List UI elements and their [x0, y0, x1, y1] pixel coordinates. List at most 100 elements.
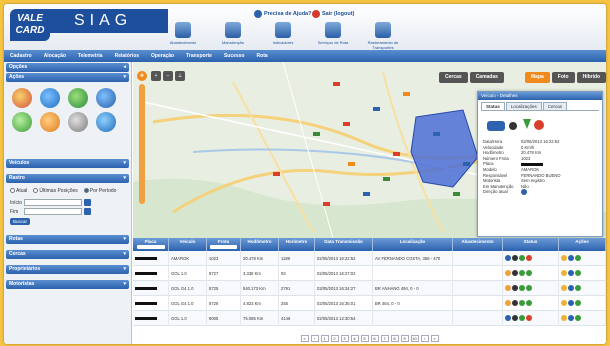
- table-row[interactable]: AMAROK 1023 20.478 Km 1189 02/05/2013 16…: [133, 250, 606, 266]
- toolbar-abastecimento[interactable]: Abastecimento: [164, 22, 202, 50]
- col-status[interactable]: Status: [503, 238, 559, 251]
- page-link[interactable]: 6: [370, 335, 379, 342]
- logout-link[interactable]: Sair (logout): [312, 10, 354, 18]
- network-icon[interactable]: [96, 112, 116, 132]
- locate-icon[interactable]: [568, 315, 574, 322]
- car-icon[interactable]: [12, 88, 32, 108]
- menu-sucesso[interactable]: Sucesso: [224, 50, 245, 62]
- map-tab-camadas[interactable]: Camadas: [469, 72, 504, 83]
- inicio-date-field[interactable]: [24, 199, 82, 206]
- page-link[interactable]: 10: [410, 335, 419, 342]
- sidebar-motoristas-header[interactable]: Motoristas ▾: [6, 280, 129, 289]
- map-tab-hibrido[interactable]: Híbrido: [576, 72, 606, 83]
- col-localizacao[interactable]: Localização: [373, 238, 453, 251]
- search-icon[interactable]: [575, 285, 581, 292]
- locate-icon[interactable]: [568, 255, 574, 262]
- ruler-icon[interactable]: ⟂: [175, 71, 185, 81]
- search-button[interactable]: Buscar: [10, 218, 30, 225]
- menu-rota[interactable]: Rota: [257, 50, 268, 62]
- phone-icon[interactable]: [12, 112, 32, 132]
- pager-first[interactable]: «: [300, 335, 309, 342]
- sidebar-veiculos-header[interactable]: Veículos ▾: [6, 159, 129, 168]
- page-link[interactable]: 4: [350, 335, 359, 342]
- calendar-icon[interactable]: [84, 208, 91, 215]
- pager-last[interactable]: »: [430, 335, 439, 342]
- calendar-icon[interactable]: [84, 199, 91, 206]
- globe-green-icon[interactable]: [68, 88, 88, 108]
- menu-operacao[interactable]: Operação: [151, 50, 174, 62]
- sidebar-opcoes-header[interactable]: Opções ◂: [6, 63, 129, 72]
- toolbar-rastreamento[interactable]: Rastreamento de Transportes: [364, 22, 402, 50]
- edit-icon[interactable]: [561, 315, 567, 322]
- gear-icon[interactable]: [68, 112, 88, 132]
- toolbar-manutencao[interactable]: Manutenção: [214, 22, 252, 50]
- col-acoes[interactable]: Ações: [559, 238, 606, 251]
- toolbar-servicos-rota[interactable]: Serviços de Rota: [314, 22, 352, 50]
- filter-input[interactable]: [136, 245, 165, 249]
- col-data-transmissao[interactable]: Data Transmissão: [315, 238, 373, 251]
- radio-atual[interactable]: Atual: [10, 188, 27, 194]
- filter-input[interactable]: [210, 245, 237, 249]
- page-link[interactable]: 5: [360, 335, 369, 342]
- col-veiculo[interactable]: Veículo: [169, 238, 207, 251]
- sidebar-rotas-header[interactable]: Rotas ▾: [6, 235, 129, 244]
- sidebar-acoes-header[interactable]: Ações ▾: [6, 73, 129, 82]
- radio-button[interactable]: [33, 188, 39, 194]
- edit-icon[interactable]: [561, 255, 567, 262]
- map-tab-mapa[interactable]: Mapa: [525, 72, 550, 83]
- help-link[interactable]: Precisa de Ajuda?: [254, 10, 311, 18]
- col-horimetro[interactable]: Horímetro: [279, 238, 315, 251]
- pan-control-icon[interactable]: ✥: [137, 71, 147, 81]
- collapse-icon[interactable]: ◂: [123, 63, 126, 72]
- world-icon[interactable]: [96, 88, 116, 108]
- page-link[interactable]: 3: [340, 335, 349, 342]
- table-row[interactable]: GOL 1.0 8727 3.338 Km 93 02/05/2013 16:2…: [133, 265, 606, 281]
- edit-icon[interactable]: [561, 300, 567, 307]
- map-view[interactable]: ✥ + − ⟂ Cercas Camadas Mapa Foto Híbrido…: [133, 62, 606, 238]
- locate-icon[interactable]: [568, 270, 574, 277]
- menu-alocacao[interactable]: Alocação: [44, 50, 66, 62]
- col-abastecimento[interactable]: Abastecimento: [453, 238, 503, 251]
- radio-button[interactable]: [10, 188, 15, 194]
- globe-icon[interactable]: [40, 88, 60, 108]
- panel-tab-status[interactable]: Status: [481, 102, 505, 110]
- toolbar-indicadores[interactable]: Indicadores: [264, 22, 302, 50]
- page-link[interactable]: 2: [330, 335, 339, 342]
- panel-tab-localizacoes[interactable]: Localizações: [505, 102, 542, 110]
- page-link[interactable]: 7: [380, 335, 389, 342]
- search-icon[interactable]: [575, 315, 581, 322]
- search-icon[interactable]: [575, 300, 581, 307]
- page-link[interactable]: 9: [400, 335, 409, 342]
- fim-date-field[interactable]: [24, 208, 82, 215]
- locate-icon[interactable]: [568, 300, 574, 307]
- map-tab-foto[interactable]: Foto: [551, 72, 575, 83]
- zoom-out-icon[interactable]: −: [163, 71, 173, 81]
- sidebar-proprietarios-header[interactable]: Proprietários ▾: [6, 265, 129, 274]
- sidebar-rastro-header[interactable]: Rastro ▾: [6, 174, 129, 183]
- zoom-slider[interactable]: [139, 84, 145, 204]
- radio-periodo[interactable]: Por Período: [83, 188, 116, 194]
- menu-cadastro[interactable]: Cadastro: [10, 50, 32, 62]
- page-link[interactable]: 8: [390, 335, 399, 342]
- table-row[interactable]: GOL G4 1.0 8726 4.823 Km 255 02/05/2013 …: [133, 295, 606, 311]
- radio-ultimas[interactable]: Últimas Posições: [33, 188, 78, 194]
- locate-icon[interactable]: [568, 285, 574, 292]
- zoom-in-icon[interactable]: +: [151, 71, 161, 81]
- table-row[interactable]: GOL 1.0 9005 75.085 Km 4146 02/05/2013 1…: [133, 310, 606, 326]
- panel-tab-cercas[interactable]: Cercas: [542, 102, 568, 110]
- layers-icon[interactable]: [40, 112, 60, 132]
- search-icon[interactable]: [575, 270, 581, 277]
- pager-prev[interactable]: ‹: [310, 335, 319, 342]
- sidebar-cercas-header[interactable]: Cercas ▾: [6, 250, 129, 259]
- page-link[interactable]: 1: [320, 335, 329, 342]
- menu-relatorios[interactable]: Relatórios: [115, 50, 139, 62]
- table-row[interactable]: GOL G4 1.0 8725 540.173 Km 2791 02/05/20…: [133, 280, 606, 296]
- map-tab-cercas[interactable]: Cercas: [439, 72, 468, 83]
- col-hodometro[interactable]: Hodômetro: [241, 238, 279, 251]
- col-placa[interactable]: Placa: [133, 238, 169, 251]
- edit-icon[interactable]: [561, 270, 567, 277]
- radio-button[interactable]: [83, 188, 89, 194]
- menu-transporte[interactable]: Transporte: [186, 50, 212, 62]
- search-icon[interactable]: [575, 255, 581, 262]
- pager-next[interactable]: ›: [420, 335, 429, 342]
